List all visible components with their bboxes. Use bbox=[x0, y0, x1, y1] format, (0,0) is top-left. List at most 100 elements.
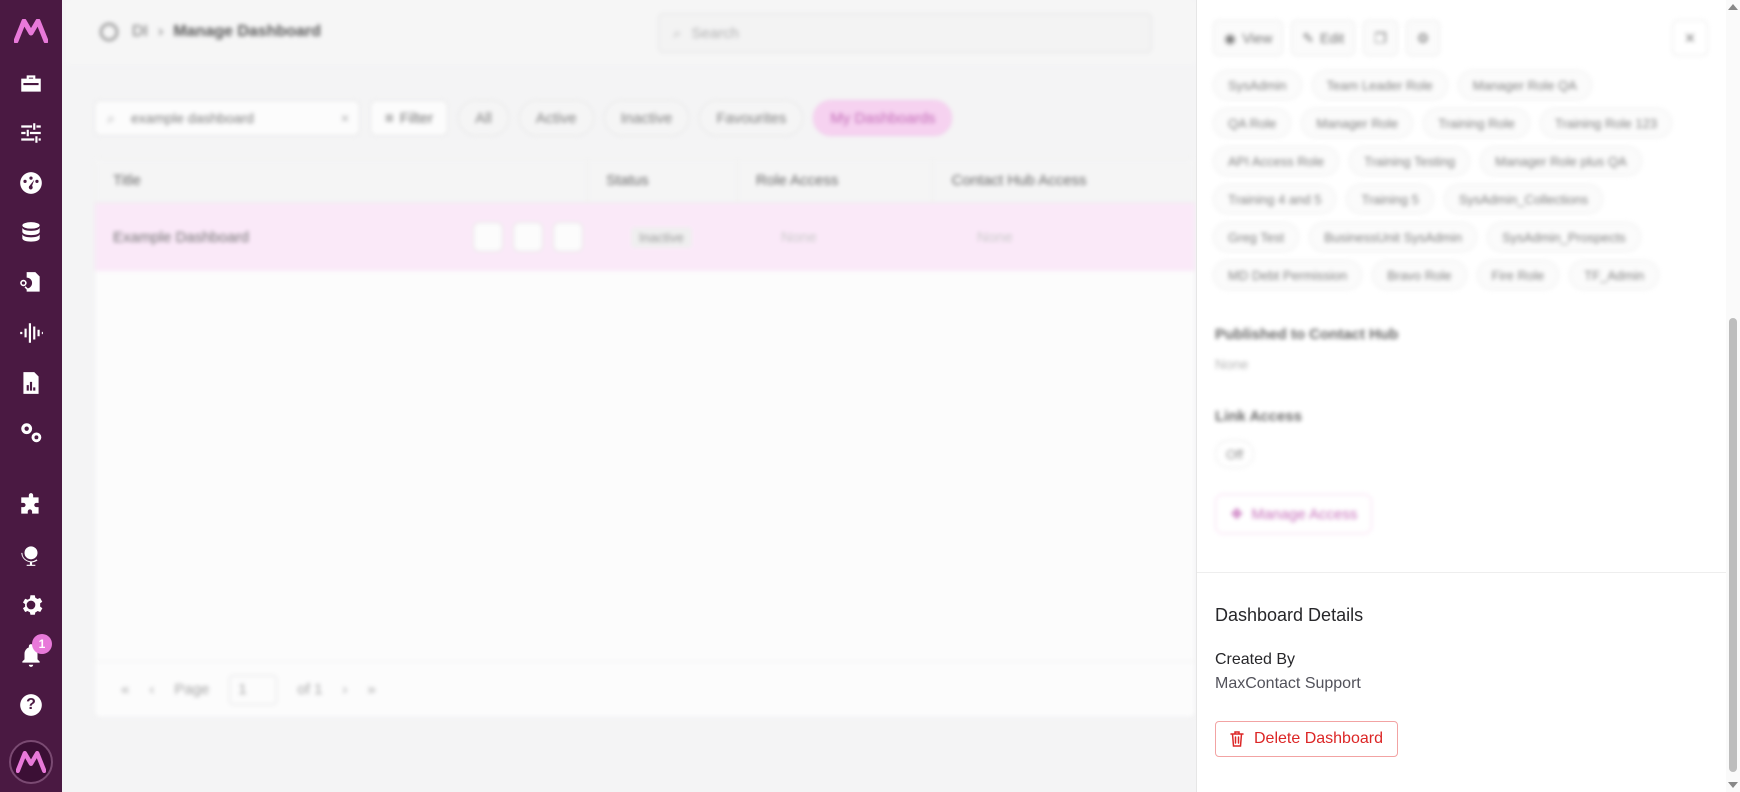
column-status[interactable]: Status bbox=[588, 159, 738, 202]
row-status: Inactive bbox=[613, 226, 763, 248]
pagination: « ‹ Page 1 of 1 › » bbox=[95, 661, 1195, 717]
first-page-button[interactable]: « bbox=[121, 681, 129, 698]
cogs-icon bbox=[21, 423, 42, 443]
sidebar-item-settings[interactable] bbox=[0, 580, 62, 630]
search-icon: ⌕ bbox=[673, 24, 682, 42]
role-chip: BusinessUnit SysAdmin bbox=[1309, 222, 1478, 252]
role-chip: Training 5 bbox=[1346, 184, 1434, 214]
panel-toolbar: ◉ View ✎ Edit ❐ ⚙ bbox=[1213, 20, 1441, 56]
gear-icon bbox=[22, 595, 43, 615]
app-logo[interactable] bbox=[14, 14, 48, 48]
manage-access-button[interactable]: ❖ Manage Access bbox=[1215, 494, 1373, 534]
role-chip: API Access Role bbox=[1213, 146, 1340, 176]
sliders-icon bbox=[21, 123, 41, 143]
last-page-button[interactable]: » bbox=[367, 681, 375, 698]
scroll-thumb[interactable] bbox=[1729, 318, 1737, 772]
table-row[interactable]: Example Dashboard Inactive None None bbox=[95, 203, 1195, 271]
prev-page-button[interactable]: ‹ bbox=[149, 681, 154, 698]
users-icon: ❖ bbox=[1230, 506, 1244, 523]
sidebar-item-globe[interactable] bbox=[0, 530, 62, 580]
column-contact-hub-access[interactable]: Contact Hub Access bbox=[933, 159, 1195, 202]
role-chip: Team Leader Role bbox=[1311, 70, 1448, 100]
status-badge: Inactive bbox=[631, 226, 692, 248]
clear-icon[interactable]: × bbox=[341, 110, 349, 126]
sidebar-item-notifications[interactable]: 1 bbox=[0, 630, 62, 680]
settings-button[interactable] bbox=[553, 222, 583, 252]
view-button[interactable] bbox=[513, 222, 543, 252]
dashboards-table: Title Status Role Access Contact Hub Acc… bbox=[94, 158, 1196, 718]
role-chip: Manager Role bbox=[1301, 108, 1414, 138]
published-value: None bbox=[1215, 356, 1249, 372]
chip-active[interactable]: Active bbox=[518, 100, 594, 136]
edit-button[interactable]: ✎ Edit bbox=[1291, 20, 1356, 56]
created-by-label: Created By bbox=[1215, 651, 1296, 668]
filter-icon: ≡ bbox=[385, 109, 394, 127]
sidebar-item-data[interactable] bbox=[0, 208, 62, 258]
gear-icon: ⚙ bbox=[1416, 29, 1430, 46]
next-page-button[interactable]: › bbox=[342, 681, 347, 698]
sidebar-item-help[interactable]: ? bbox=[0, 680, 62, 730]
row-actions bbox=[455, 222, 583, 252]
sidebar-item-integrations[interactable] bbox=[0, 480, 62, 530]
sidebar-item-speech[interactable] bbox=[0, 308, 62, 358]
role-chip: TF_Admin bbox=[1569, 260, 1660, 290]
dashboard-search-value: example dashboard bbox=[131, 110, 254, 126]
role-chip: Bravo Role bbox=[1372, 260, 1467, 290]
dashboard-details: Dashboard Details Created By MaxContact … bbox=[1197, 572, 1727, 792]
panel-scrollbar[interactable] bbox=[1726, 0, 1740, 792]
chip-inactive[interactable]: Inactive bbox=[603, 100, 690, 136]
column-role-access[interactable]: Role Access bbox=[738, 159, 934, 202]
role-chip: SysAdmin_Prospects bbox=[1487, 222, 1641, 252]
row-contact-hub-access: None bbox=[977, 228, 1013, 246]
sidebar-item-dashboard[interactable] bbox=[0, 158, 62, 208]
role-chip: SysAdmin bbox=[1213, 70, 1302, 100]
waveform-icon bbox=[20, 323, 43, 343]
chip-my-dashboards[interactable]: My Dashboards bbox=[813, 100, 953, 136]
scroll-down-icon[interactable] bbox=[1728, 782, 1738, 788]
row-title[interactable]: Example Dashboard bbox=[95, 229, 295, 246]
role-chip: Training Role 123 bbox=[1539, 108, 1673, 138]
delete-dashboard-label: Delete Dashboard bbox=[1254, 730, 1383, 747]
more-button[interactable] bbox=[473, 222, 503, 252]
breadcrumb-section[interactable]: DI bbox=[132, 23, 148, 41]
sidebar-item-configuration[interactable] bbox=[0, 408, 62, 458]
sidebar-item-files[interactable] bbox=[0, 258, 62, 308]
role-chip: SysAdmin_Collections bbox=[1443, 184, 1604, 214]
chip-favourites[interactable]: Favourites bbox=[699, 100, 804, 136]
page-title: Manage Dashboard bbox=[173, 23, 321, 40]
close-panel-button[interactable]: × bbox=[1672, 20, 1708, 56]
scroll-up-icon[interactable] bbox=[1728, 4, 1738, 10]
avatar[interactable] bbox=[9, 740, 53, 784]
file-search-icon bbox=[20, 272, 40, 292]
details-heading: Dashboard Details bbox=[1215, 605, 1364, 625]
dashboard-search-input[interactable]: ⌕ example dashboard × bbox=[94, 100, 360, 136]
edit-label: Edit bbox=[1320, 30, 1345, 46]
filter-button[interactable]: ≡ Filter bbox=[370, 100, 449, 136]
report-icon bbox=[23, 372, 39, 394]
delete-dashboard-button[interactable]: Delete Dashboard bbox=[1215, 721, 1398, 757]
help-glyph: ? bbox=[26, 696, 36, 713]
sidebar-item-reports[interactable] bbox=[0, 358, 62, 408]
global-search-input[interactable]: ⌕ Search bbox=[658, 13, 1152, 53]
column-title[interactable]: Title bbox=[95, 159, 589, 202]
page-number-input[interactable]: 1 bbox=[229, 674, 278, 705]
notification-badge: 1 bbox=[32, 634, 52, 654]
chip-all[interactable]: All bbox=[458, 100, 509, 136]
sidebar-item-settings-sliders[interactable] bbox=[0, 108, 62, 158]
view-button[interactable]: ◉ View bbox=[1213, 20, 1284, 56]
panel-settings-button[interactable]: ⚙ bbox=[1405, 20, 1441, 56]
sidebar-item-toolbox[interactable] bbox=[0, 58, 62, 108]
role-chip: Manager Role plus QA bbox=[1480, 146, 1642, 176]
search-icon: ⌕ bbox=[107, 109, 115, 126]
edit-icon: ✎ bbox=[1302, 29, 1315, 46]
copy-button[interactable]: ❐ bbox=[1363, 20, 1398, 56]
toolbox-icon bbox=[21, 75, 41, 92]
close-icon: × bbox=[1684, 27, 1696, 48]
sidebar: 1 ? bbox=[0, 0, 62, 792]
role-access-list: SysAdmin Team Leader Role Manager Role Q… bbox=[1213, 70, 1673, 290]
breadcrumb-separator: › bbox=[158, 23, 164, 40]
role-chip: Fire Role bbox=[1476, 260, 1560, 290]
page-number-value: 1 bbox=[238, 681, 247, 698]
filter-bar: ⌕ example dashboard × ≡ Filter All Activ… bbox=[94, 100, 953, 136]
link-access-status: Off bbox=[1215, 440, 1255, 468]
